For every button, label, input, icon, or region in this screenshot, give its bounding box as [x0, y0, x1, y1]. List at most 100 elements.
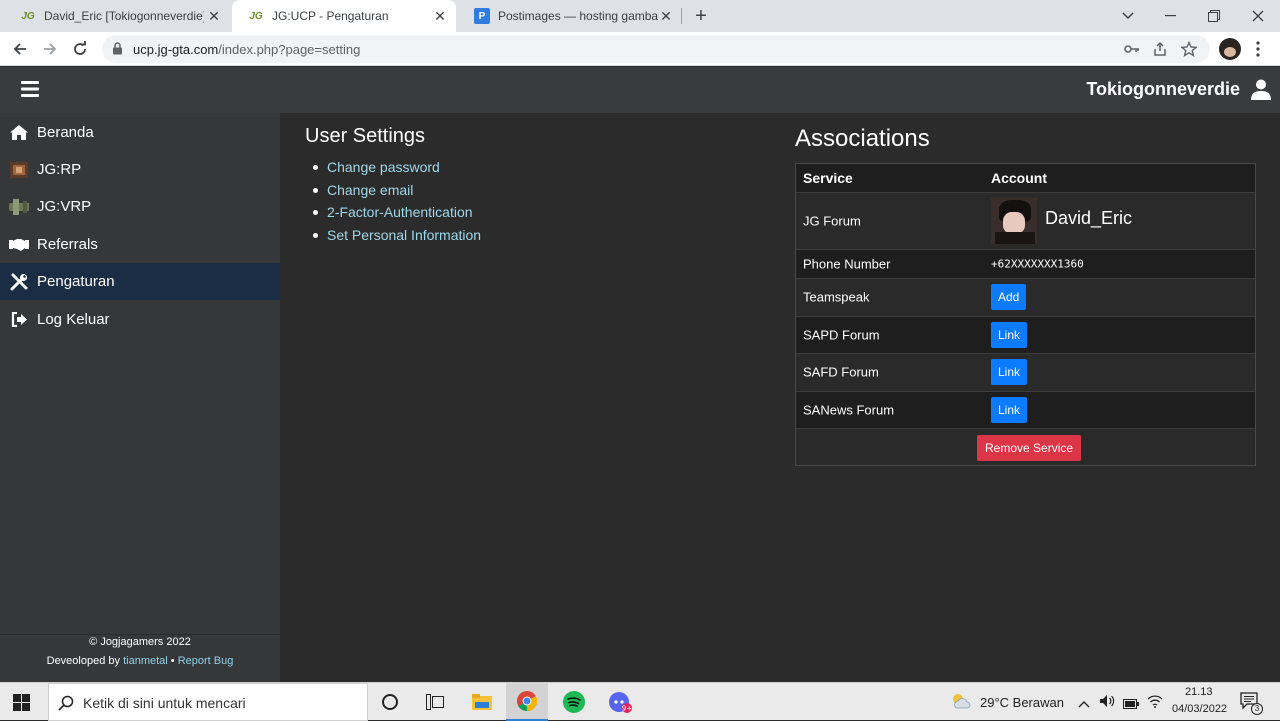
change-password-link[interactable]: Change password [312, 159, 481, 182]
windows-start-icon[interactable] [13, 694, 30, 716]
forum-avatar [991, 198, 1037, 244]
taskbar-search-box[interactable]: Ketik di sini untuk mencari [48, 683, 368, 721]
jgvrp-icon [9, 197, 29, 217]
file-explorer-icon[interactable] [468, 688, 496, 716]
tab-title: Postimages — hosting gambar g [498, 9, 658, 23]
url-text[interactable]: ucp.jg-gta.com/index.php?page=setting [133, 42, 360, 57]
notification-count-badge: 3 [1251, 703, 1263, 715]
header-username[interactable]: Tokiogonneverdie [1086, 79, 1240, 100]
developer-credit: Deveoloped by tianmetal • Report Bug [0, 652, 280, 671]
hamburger-menu-icon[interactable] [21, 81, 39, 102]
bookmark-star-icon[interactable] [1180, 40, 1198, 62]
sidebar-item-jgvrp[interactable]: JG:VRP [0, 188, 280, 225]
close-tab-icon[interactable]: ✕ [658, 8, 674, 24]
new-tab-button[interactable]: + [690, 5, 712, 27]
teamspeak-add-button[interactable]: Add [991, 284, 1027, 311]
home-icon [9, 123, 29, 143]
logout-icon [9, 310, 29, 330]
browser-tab-ucp[interactable]: JG JG:UCP - Pengaturan ✕ [232, 0, 456, 32]
reload-button[interactable] [68, 37, 92, 61]
developer-link[interactable]: tianmetal [123, 655, 168, 667]
sidebar-item-jgrp[interactable]: JG:RP [0, 151, 280, 188]
restore-button[interactable] [1192, 0, 1236, 32]
sidebar-item-label: JG:RP [37, 161, 82, 178]
clock-date[interactable]: 04/03/2022 [1172, 703, 1227, 715]
profile-avatar[interactable] [1219, 38, 1241, 60]
settings-link-list: Change password Change email 2-Factor-Au… [312, 159, 481, 250]
two-factor-auth-link[interactable]: 2-Factor-Authentication [312, 204, 481, 227]
user-settings-title: User Settings [305, 125, 426, 147]
forward-button[interactable] [38, 37, 62, 61]
url-path: /index.php?page=setting [218, 42, 361, 57]
sidebar-item-referrals[interactable]: Referrals [0, 226, 280, 263]
battery-icon[interactable] [1123, 696, 1139, 714]
menu-kebab-icon[interactable] [1256, 41, 1260, 62]
clock-time[interactable]: 21.13 [1185, 686, 1213, 698]
remove-service-button[interactable]: Remove Service [977, 435, 1082, 461]
tab-search-button[interactable] [1106, 0, 1150, 32]
table-row-remove: Remove Service [796, 428, 1255, 465]
jgrp-icon [9, 160, 29, 180]
service-name: SAFD Forum [803, 364, 879, 380]
search-icon [58, 695, 74, 716]
sidebar-item-label: Log Keluar [37, 311, 110, 328]
browser-tab-forum[interactable]: JG David_Eric [Tokiogonneverdie] - C ✕ [4, 0, 230, 32]
service-name: Teamspeak [803, 289, 870, 305]
chrome-taskbar-button[interactable] [506, 683, 548, 721]
wifi-icon[interactable] [1147, 694, 1163, 713]
report-bug-link[interactable]: Report Bug [178, 655, 234, 667]
sidebar-item-label: Referrals [37, 236, 98, 253]
weather-cloud-icon[interactable] [950, 692, 972, 715]
browser-tab-postimages[interactable]: P Postimages — hosting gambar g ✕ [458, 0, 682, 32]
browser-tab-strip: JG David_Eric [Tokiogonneverdie] - C ✕ J… [0, 0, 1280, 32]
sanews-link-button[interactable]: Link [991, 396, 1028, 423]
lock-icon[interactable] [112, 42, 123, 60]
safd-link-button[interactable]: Link [991, 359, 1028, 386]
chevron-up-icon[interactable] [1078, 695, 1090, 713]
weather-text[interactable]: 29°C Berawan [980, 695, 1064, 710]
service-name: SAPD Forum [803, 327, 880, 343]
close-tab-icon[interactable]: ✕ [432, 8, 448, 24]
browser-toolbar: ucp.jg-gta.com/index.php?page=setting [0, 32, 1280, 66]
tools-icon [9, 272, 29, 292]
jg-favicon-icon: JG [249, 10, 263, 22]
minimize-button[interactable] [1148, 0, 1192, 32]
service-name: SANews Forum [803, 402, 895, 418]
associations-table: Service Account JG Forum David_Eric Phon… [795, 163, 1256, 466]
change-email-link[interactable]: Change email [312, 182, 481, 205]
tab-title: David_Eric [Tokiogonneverdie] - C [44, 9, 204, 23]
chrome-icon [517, 691, 538, 716]
user-icon[interactable] [1251, 79, 1271, 105]
service-name: Phone Number [803, 256, 891, 272]
task-view-icon[interactable] [421, 688, 449, 716]
sidebar-item-pengaturan[interactable]: Pengaturan [0, 263, 280, 300]
sidebar-item-beranda[interactable]: Beranda [0, 114, 280, 151]
address-bar[interactable]: ucp.jg-gta.com/index.php?page=setting [102, 35, 1210, 63]
spotify-icon[interactable] [560, 688, 588, 716]
sidebar: Beranda JG:RP JG:VRP Referrals Pengatura… [0, 113, 281, 682]
url-host: ucp.jg-gta.com [133, 42, 219, 57]
sidebar-item-label: Beranda [37, 124, 94, 141]
sidebar-item-label: JG:VRP [37, 198, 92, 215]
sidebar-item-log-keluar[interactable]: Log Keluar [0, 301, 280, 338]
table-row-safd: SAFD Forum Link [796, 353, 1255, 391]
developed-prefix: Deveoloped by [46, 655, 121, 667]
tab-separator [681, 8, 682, 24]
close-tab-icon[interactable]: ✕ [206, 8, 222, 24]
close-window-button[interactable] [1236, 0, 1280, 32]
key-icon[interactable] [1124, 42, 1140, 61]
table-row-sanews: SANews Forum Link [796, 390, 1255, 429]
set-personal-information-link[interactable]: Set Personal Information [312, 227, 481, 250]
sapd-link-button[interactable]: Link [991, 321, 1028, 348]
postimages-favicon-icon: P [474, 8, 490, 24]
sidebar-item-label: Pengaturan [37, 273, 115, 290]
table-row-jg-forum: JG Forum David_Eric [796, 192, 1255, 249]
service-name: JG Forum [803, 213, 861, 229]
discord-icon[interactable]: 9+ [606, 688, 634, 716]
table-row-sapd: SAPD Forum Link [796, 315, 1255, 354]
speaker-icon[interactable] [1099, 694, 1115, 713]
cortana-icon[interactable] [376, 688, 404, 716]
main-content: User Settings Change password Change ema… [281, 113, 1280, 682]
back-button[interactable] [8, 37, 32, 61]
share-icon[interactable] [1152, 41, 1168, 62]
